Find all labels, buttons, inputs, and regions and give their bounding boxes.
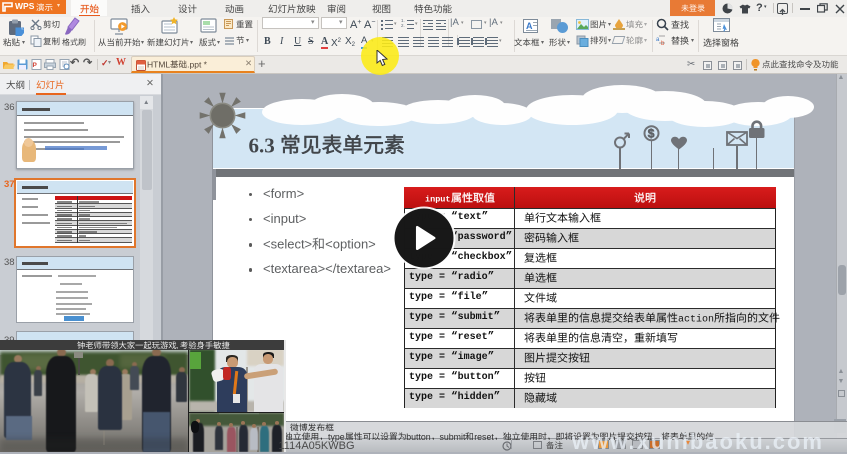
svg-text:a: a (656, 37, 660, 43)
svg-text:b: b (661, 41, 665, 46)
svg-text:P: P (33, 62, 38, 69)
svg-text:$: $ (648, 127, 655, 141)
